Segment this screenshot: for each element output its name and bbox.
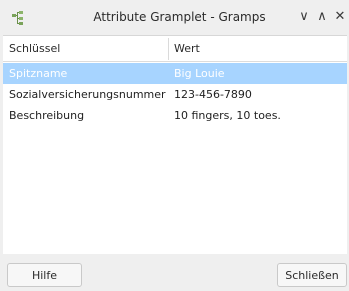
help-button[interactable]: Hilfe bbox=[7, 263, 82, 287]
table-row[interactable]: Beschreibung 10 fingers, 10 toes. bbox=[3, 105, 347, 126]
attribute-table: Schlüssel Wert Spitzname Big Louie Sozia… bbox=[3, 35, 347, 255]
column-header-key[interactable]: Schlüssel bbox=[9, 42, 60, 55]
table-row[interactable]: Spitzname Big Louie bbox=[3, 63, 347, 84]
column-separator[interactable] bbox=[168, 38, 169, 60]
close-button[interactable]: Schließen bbox=[277, 263, 347, 287]
cell-value: 123-456-7890 bbox=[174, 88, 252, 101]
cell-key: Beschreibung bbox=[9, 109, 85, 122]
cell-value: 10 fingers, 10 toes. bbox=[174, 109, 281, 122]
table-header: Schlüssel Wert bbox=[3, 36, 347, 62]
cell-key: Sozialversicherungsnummer bbox=[9, 88, 166, 101]
minimize-icon[interactable]: ∨ bbox=[296, 9, 312, 25]
column-header-value[interactable]: Wert bbox=[174, 42, 200, 55]
title-bar: Attribute Gramplet - Gramps ∨ ∧ ✕ bbox=[0, 0, 349, 35]
close-icon[interactable]: ✕ bbox=[332, 9, 348, 25]
cell-value: Big Louie bbox=[174, 67, 225, 80]
button-bar: Hilfe Schließen bbox=[0, 254, 349, 291]
table-row[interactable]: Sozialversicherungsnummer 123-456-7890 bbox=[3, 84, 347, 105]
maximize-icon[interactable]: ∧ bbox=[314, 9, 330, 25]
cell-key: Spitzname bbox=[9, 67, 68, 80]
